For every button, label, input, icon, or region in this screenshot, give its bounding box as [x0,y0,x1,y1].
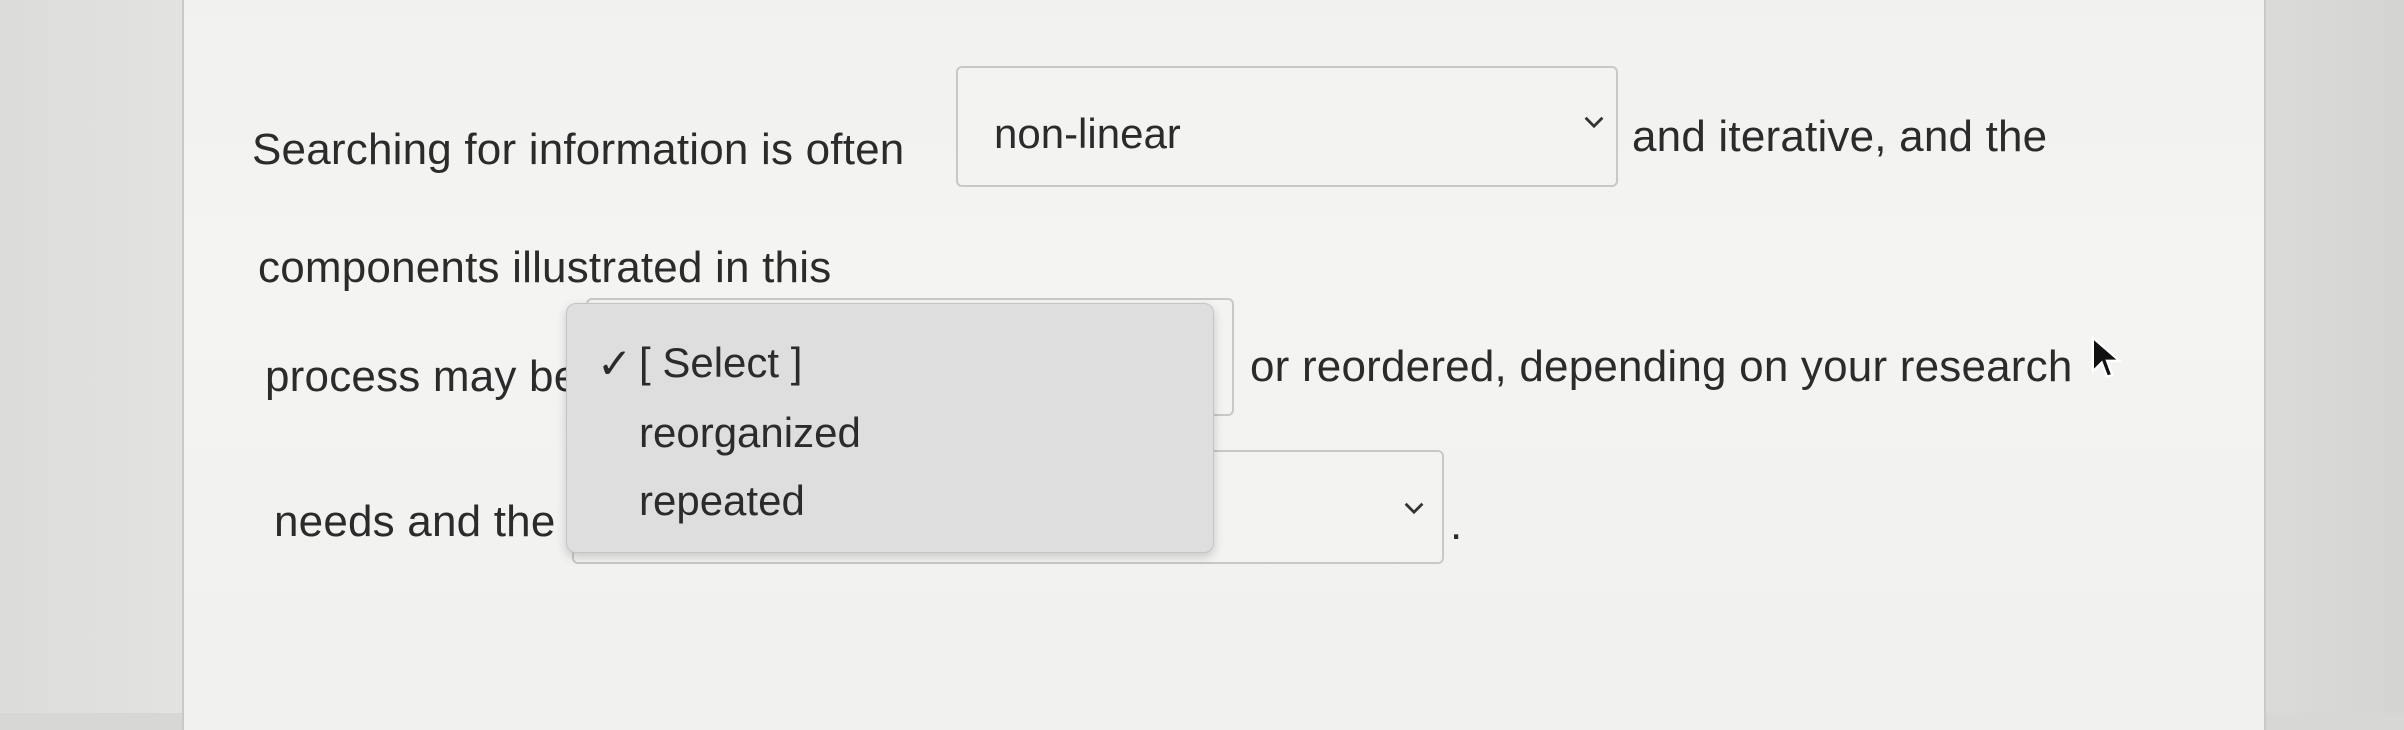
dropdown-option-repeated[interactable]: repeated [639,477,805,525]
sentence-line4-prefix: needs and the [274,497,556,546]
sentence-line3-prefix: process may be [265,352,579,401]
blank-1-select[interactable]: non-linear [956,66,1618,187]
sentence-line3-suffix: or reordered, depending on your research [1250,342,2073,391]
dropdown-option-select[interactable]: [ Select ] [639,339,802,387]
chevron-down-icon [1400,494,1428,522]
sentence-line1-prefix: Searching for information is often [252,125,905,174]
blank-1-selected-value: non-linear [994,110,1181,157]
chevron-down-icon [1580,108,1608,136]
checkmark-icon: ✓ [597,340,633,387]
blank-2-dropdown-list: ✓ [ Select ] reorganized repeated [566,303,1214,553]
sentence-line1-suffix: and iterative, and the [1632,112,2048,161]
dropdown-option-reorganized[interactable]: reorganized [639,409,861,457]
sentence-line4-suffix: . [1450,500,1463,549]
mouse-pointer-icon [2088,335,2126,382]
sentence-line2: components illustrated in this [258,243,832,292]
